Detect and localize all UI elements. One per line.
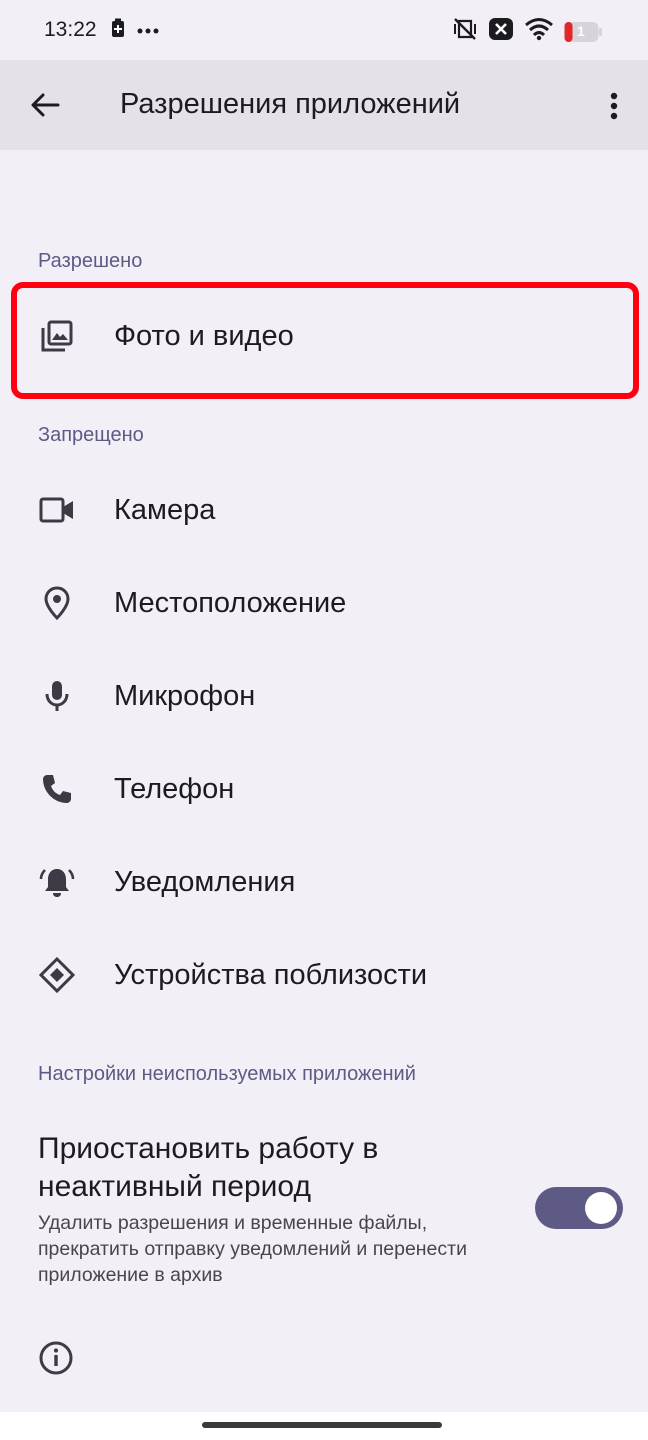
more-vert-icon — [610, 92, 618, 120]
page-title: Разрешения приложений — [120, 88, 461, 120]
toggle-knob — [585, 1192, 617, 1224]
more-options-button[interactable] — [602, 90, 626, 122]
app-bar: Разрешения приложений — [0, 60, 648, 150]
videocam-icon — [38, 491, 76, 529]
arrow-back-icon — [31, 93, 60, 117]
wifi-icon — [524, 17, 554, 46]
mic-icon — [38, 677, 76, 715]
permission-label: Уведомления — [114, 865, 296, 898]
permission-label: Местоположение — [114, 586, 347, 619]
gesture-nav-handle[interactable] — [202, 1422, 442, 1428]
permission-item-nearby-devices[interactable]: Устройства поблизости — [0, 929, 648, 1021]
app-permissions-screen: 13:22 1 Разрешения приложений Разрешено … — [0, 0, 648, 1440]
pause-inactive-setting-title[interactable]: Приостановить работу в неактивный период — [38, 1130, 468, 1206]
permission-item-phone[interactable]: Телефон — [0, 743, 648, 835]
bell-icon — [38, 863, 76, 901]
permission-label: Телефон — [114, 772, 235, 805]
battery-icon: 1 — [564, 21, 602, 43]
pause-inactive-setting-description: Удалить разрешения и временные файлы, пр… — [38, 1212, 467, 1286]
permission-item-notifications[interactable]: Уведомления — [0, 836, 648, 928]
location-pin-icon — [38, 584, 76, 622]
phone-icon — [38, 770, 76, 808]
battery-level: 1 — [577, 22, 585, 39]
back-button[interactable] — [28, 88, 62, 122]
section-header-unused-apps: Настройки неиспользуемых приложений — [38, 1063, 416, 1085]
nearby-devices-icon — [38, 956, 76, 994]
permission-label: Микрофон — [114, 679, 256, 712]
permission-label: Устройства поблизости — [114, 958, 428, 991]
permission-item-camera[interactable]: Камера — [0, 464, 648, 556]
info-icon — [39, 1341, 73, 1375]
sim-x-icon — [488, 17, 514, 46]
vibrate-off-icon — [452, 16, 478, 47]
more-dots-icon — [137, 21, 159, 39]
status-time: 13:22 — [44, 18, 97, 41]
pause-inactive-toggle[interactable] — [535, 1187, 623, 1229]
section-header-allowed: Разрешено — [38, 250, 143, 272]
status-bar: 13:22 1 — [0, 0, 648, 60]
permission-label: Камера — [114, 493, 216, 526]
permission-item-location[interactable]: Местоположение — [0, 557, 648, 649]
battery-saver-icon — [111, 18, 125, 43]
section-header-denied: Запрещено — [38, 424, 144, 446]
permission-item-microphone[interactable]: Микрофон — [0, 650, 648, 742]
highlight-box — [11, 282, 639, 399]
